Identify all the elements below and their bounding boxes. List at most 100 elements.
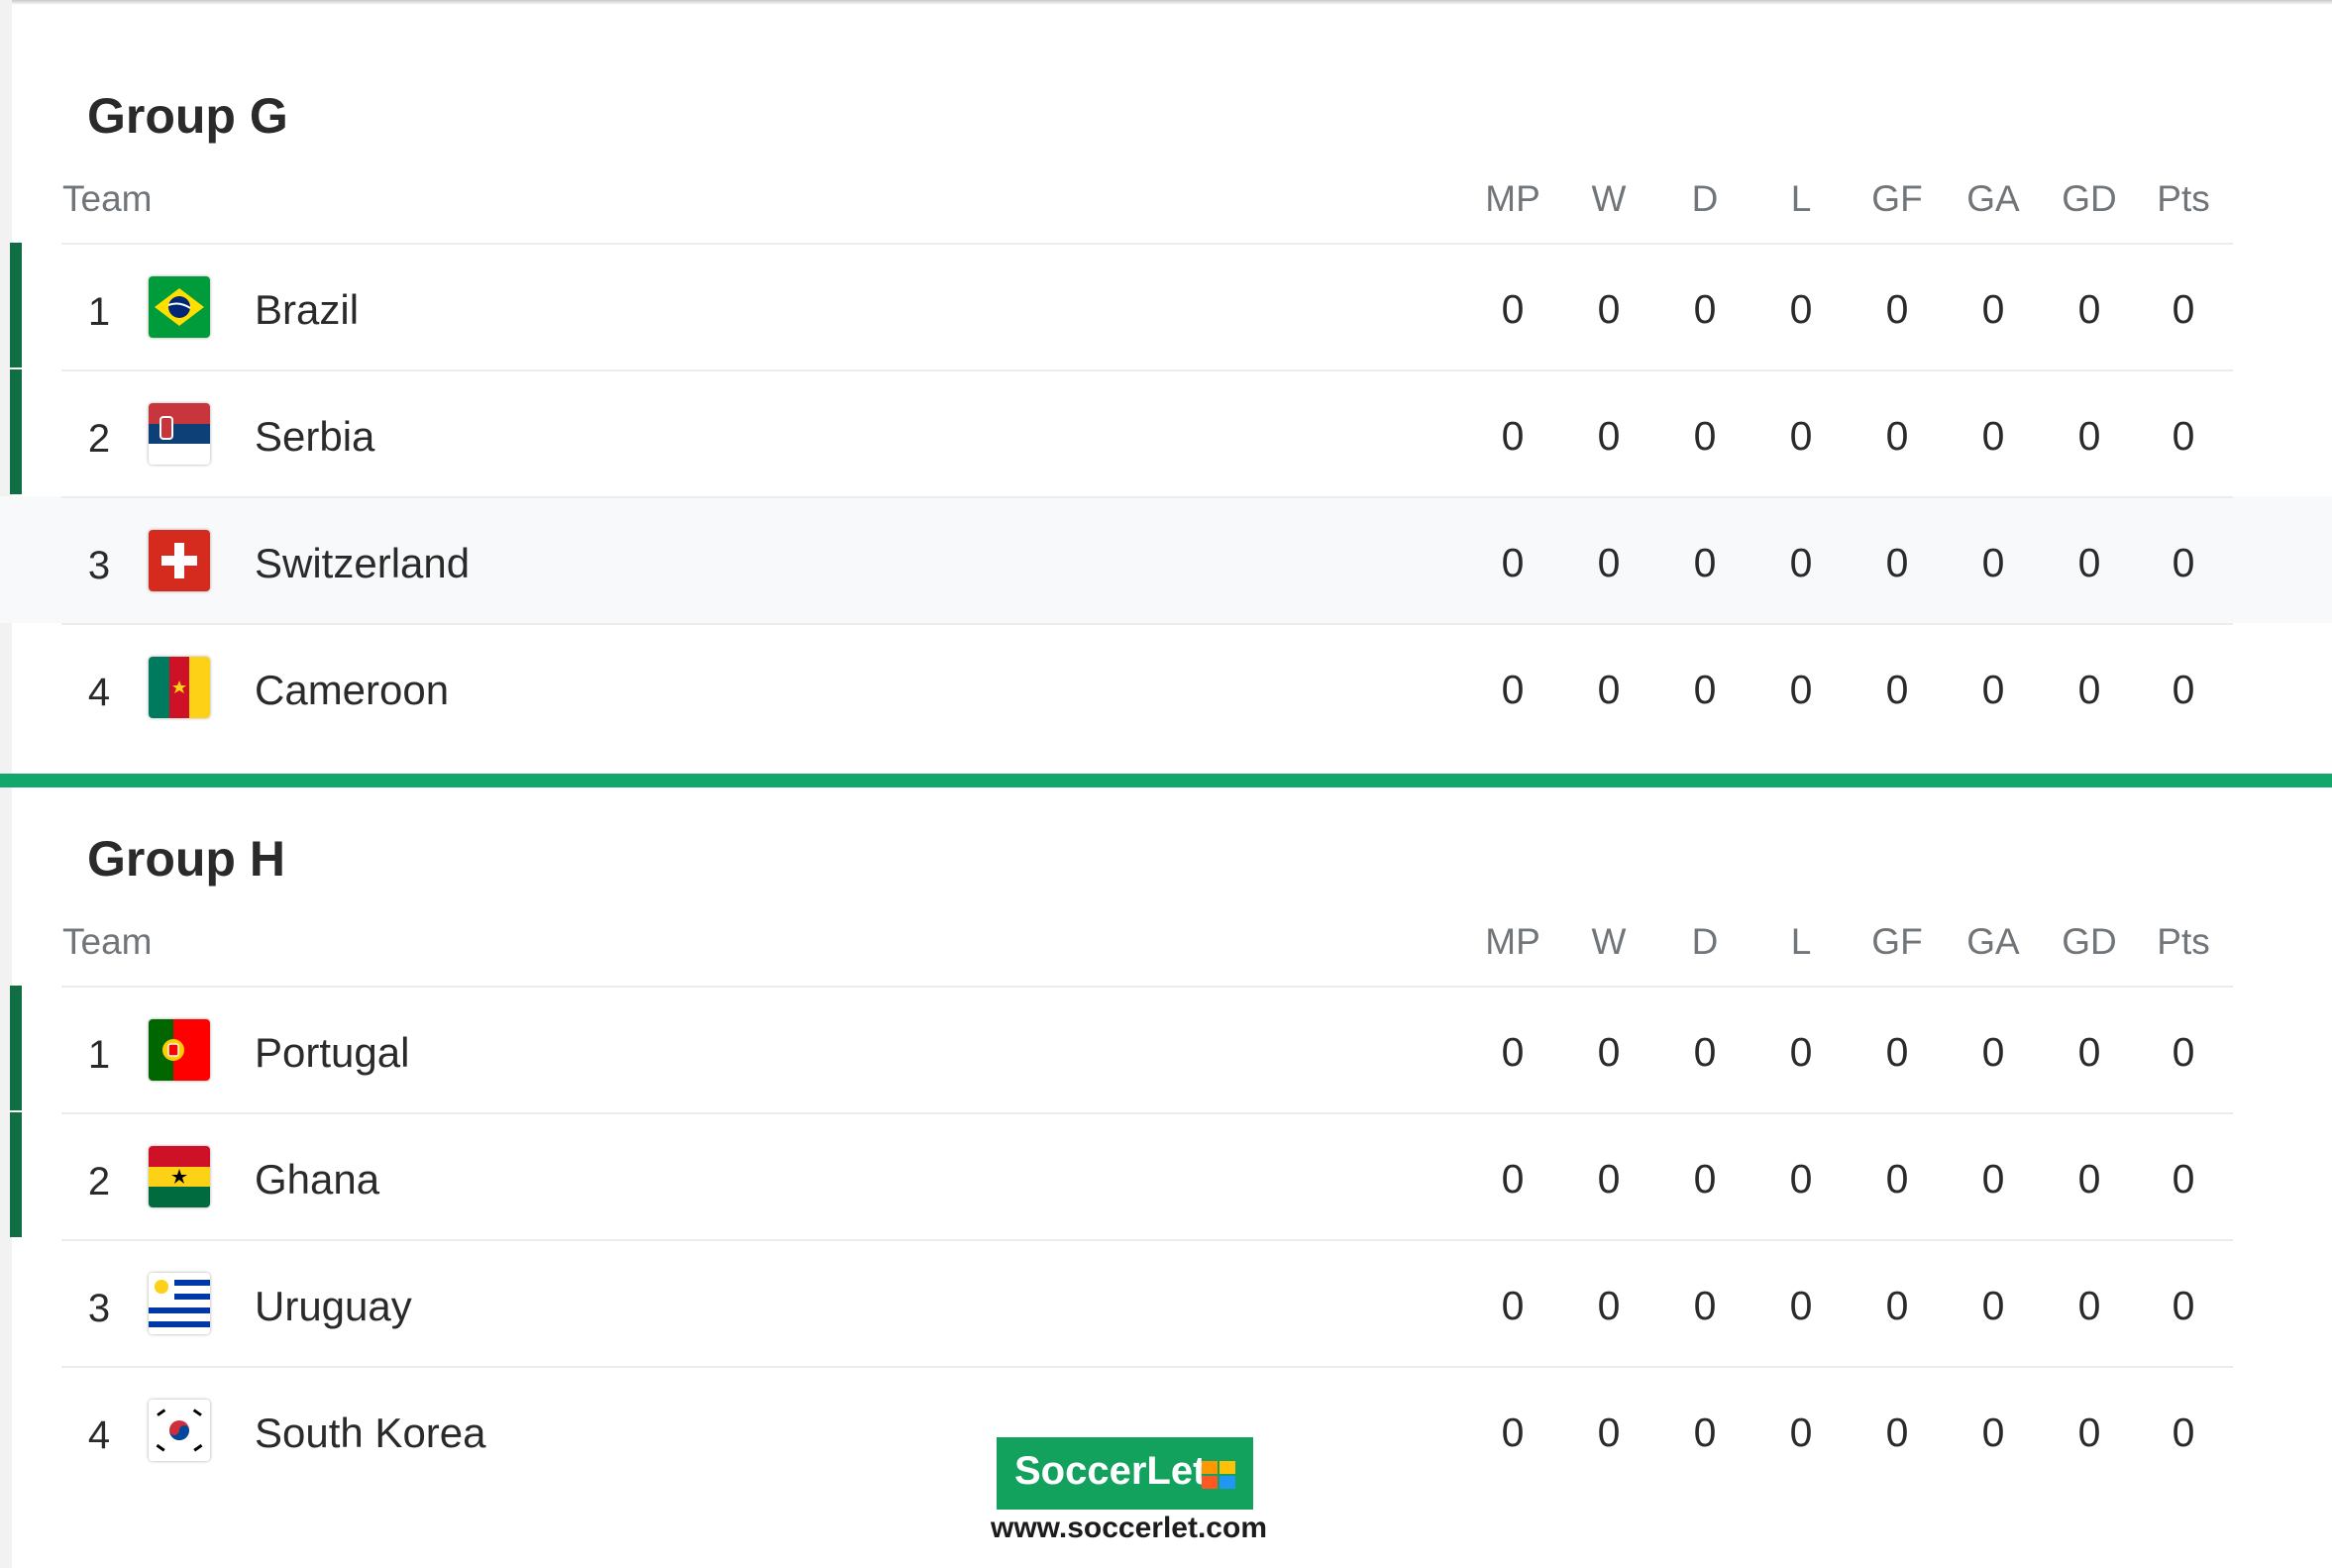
l-value: 0 — [1789, 1283, 1813, 1328]
team-name[interactable]: Portugal — [255, 1029, 409, 1077]
pts-value: 0 — [2172, 1156, 2195, 1202]
mp-value: 0 — [1501, 1029, 1525, 1075]
table-body: 1 Brazil 0 0 0 0 0 0 0 0 2 Serbia 0 0 0 — [0, 243, 2332, 750]
south-korea-flag-icon — [149, 1400, 210, 1461]
table-row[interactable]: 4 Cameroon 0 0 0 0 0 0 0 0 — [0, 623, 2332, 750]
gf-value: 0 — [1885, 1410, 1909, 1455]
w-value: 0 — [1597, 540, 1621, 585]
gd-value: 0 — [2077, 1410, 2101, 1455]
ghana-flag-icon — [149, 1146, 210, 1207]
position: 4 — [87, 671, 111, 714]
w-value: 0 — [1597, 1029, 1621, 1075]
d-value: 0 — [1693, 1029, 1717, 1075]
d-value: 0 — [1693, 1156, 1717, 1202]
soccerlet-logo: SoccerLet — [997, 1437, 1253, 1510]
position: 2 — [87, 417, 111, 461]
l-value: 0 — [1789, 1410, 1813, 1455]
row-divider — [61, 623, 2233, 625]
pts-value: 0 — [2172, 1283, 2195, 1328]
d-value: 0 — [1693, 1410, 1717, 1455]
uruguay-flag-icon — [149, 1273, 210, 1334]
group-title: Group H — [87, 831, 285, 887]
table-row[interactable]: 1 Portugal 0 0 0 0 0 0 0 0 — [0, 986, 2332, 1112]
ga-value: 0 — [1981, 1410, 2005, 1455]
table-row[interactable]: 2 Serbia 0 0 0 0 0 0 0 0 — [0, 369, 2332, 496]
ga-value: 0 — [1981, 1283, 2005, 1328]
gf-column-header: GF — [1871, 178, 1923, 219]
team-column-header: Team — [62, 921, 153, 962]
d-value: 0 — [1693, 1283, 1717, 1328]
pts-value: 0 — [2172, 1029, 2195, 1075]
gd-value: 0 — [2077, 540, 2101, 585]
gd-column-header: GD — [2062, 921, 2117, 962]
brazil-flag-icon — [149, 276, 210, 338]
row-divider — [61, 496, 2233, 498]
pts-column-header: Pts — [2157, 178, 2210, 219]
table-row[interactable]: 2 Ghana 0 0 0 0 0 0 0 0 — [0, 1112, 2332, 1239]
mp-value: 0 — [1501, 1156, 1525, 1202]
d-column-header: D — [1691, 921, 1719, 962]
pts-value: 0 — [2172, 1410, 2195, 1455]
w-value: 0 — [1597, 413, 1621, 459]
row-divider — [61, 1112, 2233, 1114]
ga-value: 0 — [1981, 667, 2005, 712]
l-value: 0 — [1789, 286, 1813, 332]
team-name[interactable]: Uruguay — [255, 1283, 412, 1330]
gd-column-header: GD — [2062, 178, 2117, 219]
mp-column-header: MP — [1485, 921, 1540, 962]
pts-value: 0 — [2172, 540, 2195, 585]
row-divider — [61, 986, 2233, 988]
gf-value: 0 — [1885, 413, 1909, 459]
pts-value: 0 — [2172, 413, 2195, 459]
gd-value: 0 — [2077, 286, 2101, 332]
table-row[interactable]: 3 Switzerland 0 0 0 0 0 0 0 0 — [0, 496, 2332, 623]
ga-value: 0 — [1981, 540, 2005, 585]
w-column-header: W — [1591, 921, 1627, 962]
mp-value: 0 — [1501, 540, 1525, 585]
position: 3 — [87, 544, 111, 587]
gd-value: 0 — [2077, 1156, 2101, 1202]
mp-value: 0 — [1501, 1283, 1525, 1328]
team-name[interactable]: Brazil — [255, 286, 359, 334]
gd-value: 0 — [2077, 1283, 2101, 1328]
logo-text: SoccerLet — [1014, 1449, 1207, 1493]
position: 1 — [87, 1033, 111, 1077]
row-divider — [61, 243, 2233, 245]
w-value: 0 — [1597, 286, 1621, 332]
table-body: 1 Portugal 0 0 0 0 0 0 0 0 2 Ghana 0 0 0 — [0, 986, 2332, 1493]
team-name[interactable]: Cameroon — [255, 667, 449, 714]
position: 4 — [87, 1413, 111, 1457]
ga-value: 0 — [1981, 1156, 2005, 1202]
gf-value: 0 — [1885, 1283, 1909, 1328]
gf-value: 0 — [1885, 286, 1909, 332]
l-column-header: L — [1790, 921, 1812, 962]
top-shadow — [0, 0, 2332, 5]
team-name[interactable]: Ghana — [255, 1156, 379, 1203]
gf-value: 0 — [1885, 1156, 1909, 1202]
table-row[interactable]: 3 Uruguay 0 0 0 0 0 0 0 0 — [0, 1239, 2332, 1366]
gd-value: 0 — [2077, 413, 2101, 459]
ga-column-header: GA — [1966, 178, 2020, 219]
d-value: 0 — [1693, 286, 1717, 332]
row-divider — [61, 1239, 2233, 1241]
team-name[interactable]: Switzerland — [255, 540, 470, 587]
team-name[interactable]: South Korea — [255, 1410, 486, 1457]
ga-column-header: GA — [1966, 921, 2020, 962]
qualification-indicator — [10, 986, 22, 1110]
row-divider — [61, 369, 2233, 371]
position: 2 — [87, 1160, 111, 1203]
mp-value: 0 — [1501, 667, 1525, 712]
portugal-flag-icon — [149, 1019, 210, 1081]
qualification-indicator — [10, 369, 22, 494]
gf-value: 0 — [1885, 540, 1909, 585]
table-row[interactable]: 1 Brazil 0 0 0 0 0 0 0 0 — [0, 243, 2332, 369]
position: 3 — [87, 1287, 111, 1330]
group-title: Group G — [87, 88, 288, 144]
gf-value: 0 — [1885, 1029, 1909, 1075]
team-name[interactable]: Serbia — [255, 413, 374, 461]
position: 1 — [87, 290, 111, 334]
qualification-indicator — [10, 243, 22, 367]
gd-value: 0 — [2077, 1029, 2101, 1075]
pts-column-header: Pts — [2157, 921, 2210, 962]
row-divider — [61, 1366, 2233, 1368]
